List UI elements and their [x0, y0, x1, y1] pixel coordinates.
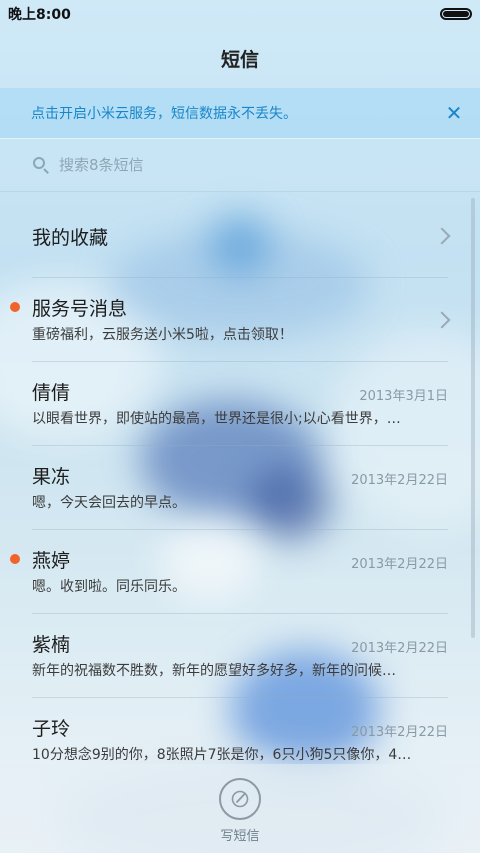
favorites-label: 我的收藏	[32, 227, 109, 249]
message-preview: 嗯。收到啦。同乐同乐。	[32, 579, 186, 595]
compose-button[interactable]	[219, 778, 261, 820]
contact-name: 紫楠	[32, 634, 71, 656]
message-date: 2013年2月22日	[351, 641, 448, 656]
message-preview: 嗯，今天会回去的早点。	[32, 495, 186, 511]
compose-label[interactable]: 写短信	[0, 825, 480, 844]
message-preview: 以眼看世界，即使站的最高，世界还是很小;以心看世界，…	[32, 411, 401, 427]
conversation-item[interactable]: 燕婷 2013年2月22日 嗯。收到啦。同乐同乐。	[0, 530, 480, 614]
close-icon[interactable]: ✕	[442, 101, 466, 125]
service-messages-label: 服务号消息	[32, 298, 128, 320]
search-icon	[32, 156, 50, 174]
message-preview: 新年的祝福数不胜数，新年的愿望好多好多，新年的问候…	[32, 663, 396, 679]
cloud-service-banner[interactable]: 点击开启小米云服务，短信数据永不丢失。 ✕	[0, 88, 480, 138]
search-input[interactable]	[59, 156, 439, 174]
contact-name: 果冻	[32, 466, 71, 488]
message-date: 2013年3月1日	[359, 389, 448, 404]
conversation-item[interactable]: 紫楠 2013年2月22日 新年的祝福数不胜数，新年的愿望好多好多，新年的问候…	[0, 614, 480, 698]
message-date: 2013年2月22日	[351, 473, 448, 488]
message-date: 2013年2月22日	[351, 725, 448, 740]
status-bar: 晚上8:00	[0, 0, 480, 28]
conversation-item[interactable]: 倩倩 2013年3月1日 以眼看世界，即使站的最高，世界还是很小;以心看世界，…	[0, 362, 480, 446]
conversation-list: 我的收藏 服务号消息 重磅福利，云服务送小米5啦，点击领取！ 倩倩 2013年3…	[0, 194, 480, 764]
status-time: 晚上8:00	[8, 7, 71, 23]
conversation-item[interactable]: 子玲 2013年2月22日 10分想念9别的你，8张照片7张是你，6只小狗5只像…	[0, 698, 480, 764]
conversation-item[interactable]: 果冻 2013年2月22日 嗯，今天会回去的早点。	[0, 446, 480, 530]
favorites-item[interactable]: 我的收藏	[0, 194, 480, 278]
search-bar[interactable]	[0, 138, 480, 192]
contact-name: 倩倩	[32, 382, 71, 404]
chevron-right-icon	[433, 227, 451, 245]
unread-dot-icon	[10, 554, 20, 564]
battery-icon	[440, 8, 472, 20]
service-messages-preview: 重磅福利，云服务送小米5啦，点击领取！	[32, 327, 293, 343]
compose-icon	[231, 790, 249, 808]
bottom-bar: 写短信	[0, 764, 480, 853]
service-messages-item[interactable]: 服务号消息 重磅福利，云服务送小米5啦，点击领取！	[0, 278, 480, 362]
unread-dot-icon	[10, 302, 20, 312]
page-title: 短信	[220, 48, 259, 71]
banner-text[interactable]: 点击开启小米云服务，短信数据永不丢失。	[31, 103, 297, 123]
message-preview: 10分想念9别的你，8张照片7张是你，6只小狗5只像你，4…	[32, 747, 412, 763]
contact-name: 燕婷	[32, 550, 71, 572]
contact-name: 子玲	[32, 718, 71, 740]
scrollbar[interactable]	[471, 198, 475, 638]
message-date: 2013年2月22日	[351, 557, 448, 572]
title-bar: 短信	[0, 28, 480, 88]
